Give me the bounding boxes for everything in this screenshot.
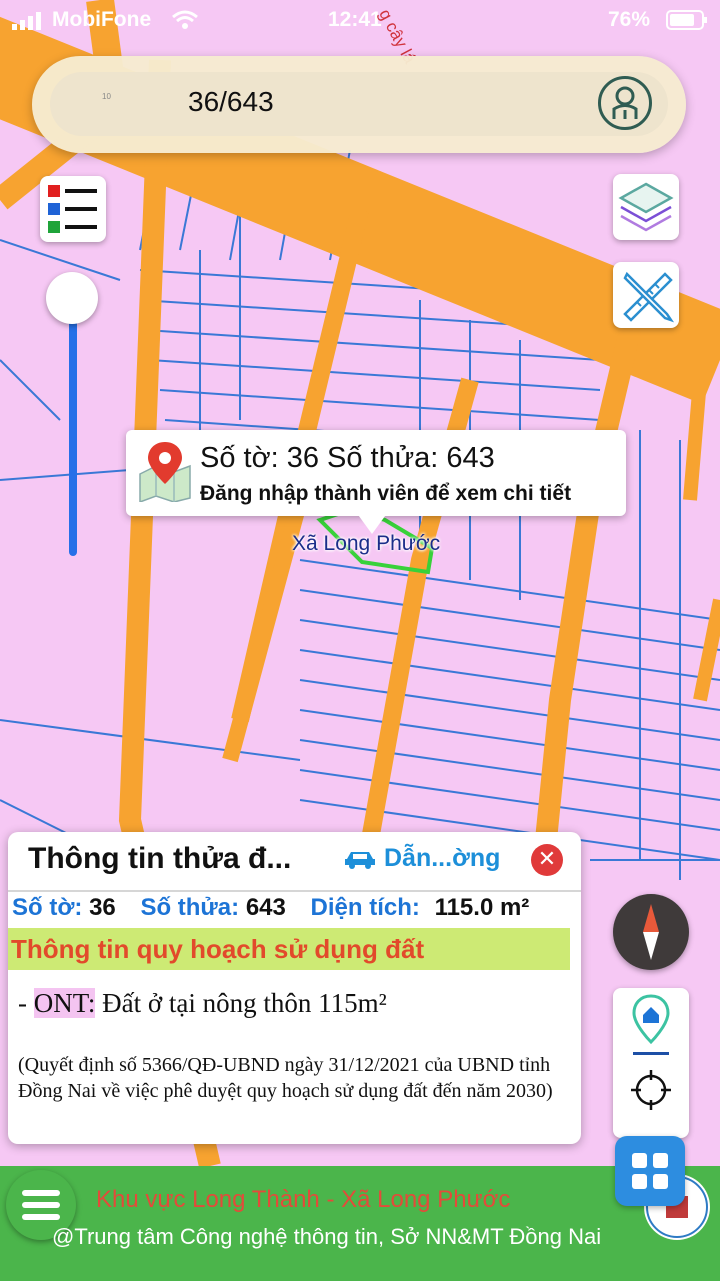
- land-use-line: - ONT: Đất ở tại nông thôn 115m²: [18, 988, 387, 1019]
- area-value: 115.0 m²: [434, 894, 530, 921]
- legend-button[interactable]: [40, 176, 106, 242]
- footer-credit: @Trung tâm Công nghệ thông tin, Sở NN&MT…: [52, 1224, 602, 1249]
- directions-label: Dẫn...ờng: [384, 844, 501, 872]
- crosshair-icon[interactable]: [629, 1068, 673, 1112]
- ruler-pencil-icon: [623, 271, 675, 323]
- panel-title: Thông tin thửa đ...: [28, 842, 292, 875]
- parcel-info-panel: Thông tin thửa đ... Dẫn...ờng ✕ Số tờ: 3…: [8, 832, 581, 1144]
- popup-pointer: [356, 512, 388, 534]
- status-bar: MobiFone 12:41 76%: [0, 0, 720, 40]
- map-pin-icon: [139, 442, 191, 502]
- panel-divider: [8, 890, 581, 892]
- compass-icon: [643, 904, 659, 960]
- directions-button[interactable]: Dẫn...ờng: [344, 844, 500, 873]
- measure-button[interactable]: [613, 262, 679, 328]
- parcel-popup[interactable]: Số tờ: 36 Số thửa: 643 Đăng nhập thành v…: [126, 430, 626, 516]
- apps-grid-button[interactable]: [615, 1136, 685, 1206]
- clock: 12:41: [328, 8, 382, 31]
- grid-icon: [632, 1153, 668, 1189]
- planning-heading-text: Thông tin quy hoạch sử dụng đất: [11, 934, 425, 964]
- battery-percent: 76%: [608, 8, 651, 31]
- carrier-name: MobiFone: [52, 8, 152, 31]
- battery-icon: [666, 10, 707, 30]
- parcel-value: 643: [245, 894, 286, 921]
- layers-button[interactable]: [613, 174, 679, 240]
- user-account-button[interactable]: [598, 76, 652, 130]
- search-hint: 10: [102, 92, 111, 101]
- area-label: Diện tích:: [310, 894, 420, 921]
- car-icon: [345, 852, 375, 870]
- commune-label: Xã Long Phước: [292, 532, 441, 555]
- footer-bar: Khu vực Long Thành - Xã Long Phước @Trun…: [0, 1166, 720, 1281]
- zoom-slider-track[interactable]: [69, 300, 77, 556]
- parcel-summary-row: Số tờ: 36 Số thửa: 643 Diện tích: 115.0 …: [12, 894, 529, 922]
- parcel-label: Số thửa:: [140, 894, 240, 921]
- sheet-value: 36: [89, 894, 116, 921]
- search-field[interactable]: [50, 72, 668, 136]
- user-icon: [612, 86, 638, 119]
- layers-icon: [618, 182, 674, 232]
- planning-heading: Thông tin quy hoạch sử dụng đất: [8, 928, 570, 970]
- footer-area: Khu vực Long Thành - Xã Long Phước: [96, 1186, 511, 1213]
- compass-button[interactable]: [613, 894, 689, 970]
- decision-note: (Quyết định số 5366/QĐ-UBND ngày 31/12/2…: [18, 1054, 553, 1102]
- close-button[interactable]: ✕: [531, 844, 563, 876]
- land-use-text: Đất ở tại nông thôn 115m²: [95, 988, 387, 1018]
- legend-list-icon: [48, 185, 97, 233]
- land-use-prefix: -: [18, 988, 34, 1018]
- tool-divider: [633, 1052, 669, 1055]
- home-marker-icon[interactable]: [631, 994, 671, 1046]
- zoom-slider-knob[interactable]: [46, 272, 98, 324]
- search-bar[interactable]: 10 36/643: [32, 56, 686, 153]
- wifi-icon: [172, 10, 198, 29]
- signal-icon: [12, 12, 41, 30]
- land-use-code: ONT:: [33, 988, 96, 1018]
- popup-title: Số tờ: 36 Số thửa: 643: [200, 442, 495, 474]
- popup-login-hint[interactable]: Đăng nhập thành viên để xem chi tiết: [200, 482, 571, 506]
- search-input[interactable]: 36/643: [188, 86, 274, 118]
- side-tools: [613, 988, 689, 1138]
- sheet-label: Số tờ:: [12, 894, 83, 921]
